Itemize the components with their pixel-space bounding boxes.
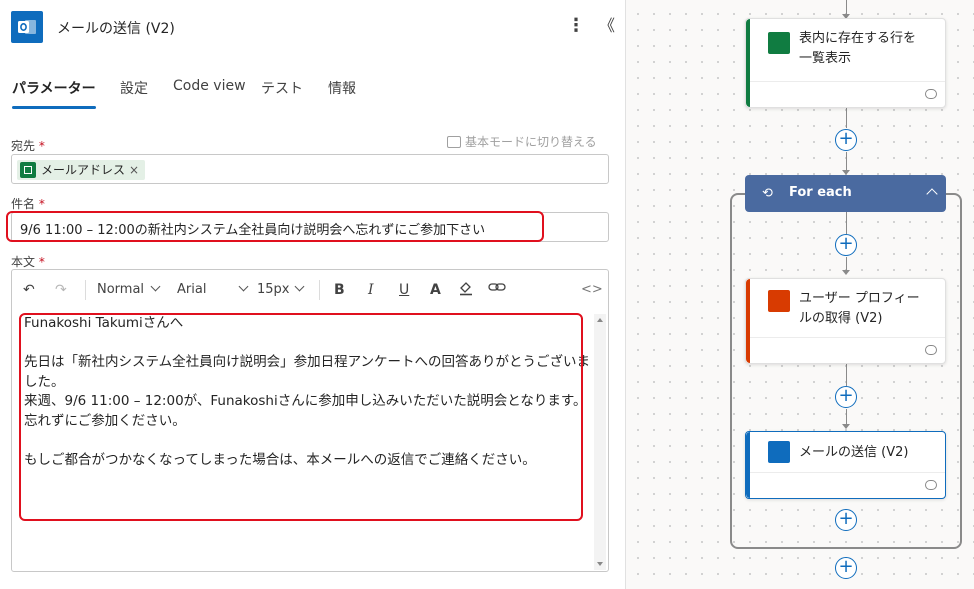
email-address-token[interactable]: メールアドレス × [17, 160, 146, 180]
body-line: もしご都合がつかなくなってしまった場合は、本メールへの返信でご連絡ください。 [24, 451, 536, 468]
tab-info[interactable]: 情報 [328, 78, 356, 98]
list-rows-card[interactable]: 表内に存在する行を 一覧表示 [745, 18, 946, 108]
card-footer [750, 337, 945, 363]
text-color-button[interactable]: A [430, 280, 441, 300]
tab-parameters[interactable]: パラメーター [12, 78, 96, 98]
tab-code-view[interactable]: Code view [173, 78, 246, 94]
toolbar-divider [319, 280, 320, 300]
for-each-title: For each [789, 185, 852, 200]
excel-icon [768, 32, 790, 54]
body-content[interactable]: Funakoshi Takumiさんへ 先日は「新社内システム全社員向け説明会」… [24, 314, 592, 470]
connector-line [846, 257, 847, 270]
body-editor[interactable]: ↶ ↷ Normal Arial 15px B I U A <> Funakos… [11, 269, 609, 572]
card-title: メールの送信 (V2) [799, 445, 909, 460]
connector-line [846, 0, 847, 14]
subject-label: 件名 * [11, 197, 45, 211]
link-icon [925, 345, 937, 355]
active-tab-indicator [12, 106, 96, 109]
connector-arrow [842, 424, 850, 429]
get-user-profile-card[interactable]: ユーザー プロフィー ルの取得 (V2) [745, 278, 946, 364]
add-step-button[interactable]: + [835, 386, 857, 408]
body-line: 忘れずにご参加ください。 [24, 412, 186, 429]
chevron-down-icon [294, 281, 304, 292]
toolbar-divider [85, 280, 86, 300]
editor-toolbar: ↶ ↷ Normal Arial 15px B I U A <> [12, 270, 608, 310]
card-footer [750, 81, 945, 107]
loop-icon: ⟲ [762, 186, 773, 201]
scroll-down-icon[interactable] [597, 562, 603, 566]
code-view-icon[interactable]: <> [581, 280, 603, 300]
font-select[interactable]: Arial [177, 280, 249, 300]
add-step-button[interactable]: + [835, 557, 857, 579]
connector-arrow [842, 270, 850, 275]
office-icon [768, 290, 790, 312]
underline-button[interactable]: U [399, 280, 409, 300]
add-step-button[interactable]: + [835, 129, 857, 151]
scroll-up-icon[interactable] [597, 318, 603, 322]
bold-button[interactable]: B [334, 280, 345, 300]
font-size-select[interactable]: 15px [257, 280, 304, 300]
add-step-button[interactable]: + [835, 234, 857, 256]
collapse-panel-icon[interactable]: 《 [597, 15, 617, 39]
connector-line [846, 152, 847, 170]
connector-line [846, 108, 847, 128]
mode-switch-icon [447, 136, 461, 148]
connector-line [846, 364, 847, 386]
paint-bucket-icon [460, 282, 472, 296]
add-step-button[interactable]: + [835, 509, 857, 531]
body-line: Funakoshi Takumiさんへ [24, 315, 184, 331]
for-each-header[interactable]: ⟲ For each [745, 175, 946, 212]
tab-settings[interactable]: 設定 [120, 78, 148, 98]
connector-line [846, 212, 847, 234]
chevron-up-icon[interactable] [926, 188, 938, 200]
chevron-down-icon [150, 281, 161, 292]
tab-test[interactable]: テスト [261, 78, 303, 98]
link-icon [925, 89, 937, 99]
more-options-icon[interactable]: ⋮ [567, 15, 585, 39]
body-line: 先日は「新社内システム全社員向け説明会」参加日程アンケートへの回答ありがとうござ… [24, 354, 591, 390]
link-icon [925, 480, 937, 490]
editor-scrollbar[interactable] [594, 314, 606, 570]
to-label: 宛先 * [11, 139, 45, 153]
body-line [24, 334, 592, 354]
panel-header: メールの送信 (V2) ⋮ 《 [11, 11, 617, 43]
body-line: 来週、9/6 11:00 – 12:00が、Funakoshiさんに参加申し込み… [24, 393, 587, 409]
remove-token-icon[interactable]: × [129, 163, 139, 177]
excel-icon [20, 162, 36, 178]
body-label: 本文 * [11, 255, 45, 269]
connector-line [846, 409, 847, 424]
format-select[interactable]: Normal [97, 280, 161, 300]
highlight-color-button[interactable] [458, 280, 474, 300]
card-title: 表内に存在する行を 一覧表示 [799, 31, 917, 66]
body-line [24, 431, 592, 451]
outlook-icon [768, 441, 790, 463]
chevron-down-icon [238, 281, 249, 292]
outlook-icon [11, 11, 43, 43]
panel-title: メールの送信 (V2) [57, 21, 175, 37]
card-title: ユーザー プロフィー ルの取得 (V2) [799, 291, 920, 326]
insert-link-button[interactable] [488, 280, 506, 300]
card-footer [750, 472, 945, 498]
italic-button[interactable]: I [368, 280, 374, 300]
to-field[interactable]: メールアドレス × [11, 154, 609, 184]
send-email-card[interactable]: メールの送信 (V2) [745, 431, 946, 499]
subject-field[interactable]: 9/6 11:00 – 12:00の新社内システム全社員向け説明会へ忘れずにご参… [11, 212, 609, 242]
action-settings-panel: メールの送信 (V2) ⋮ 《 パラメーター 設定 Code view テスト … [0, 0, 626, 589]
redo-icon[interactable]: ↷ [55, 280, 67, 300]
link-icon [488, 283, 506, 291]
undo-icon[interactable]: ↶ [23, 280, 35, 300]
switch-basic-mode-button[interactable]: 基本モードに切り替える [447, 133, 597, 150]
